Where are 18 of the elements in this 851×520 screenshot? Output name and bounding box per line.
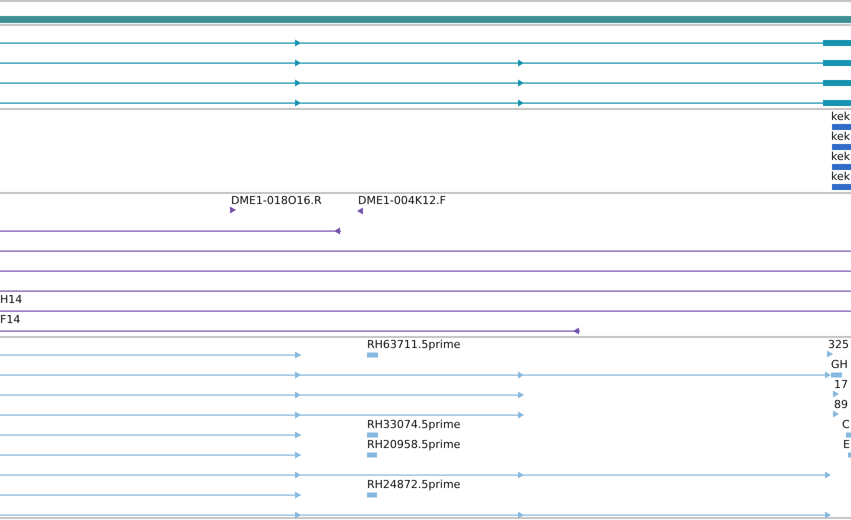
feature-label: H14 — [0, 294, 22, 306]
feature-label: 89 — [834, 399, 848, 411]
feature-label: RH63711.5prime — [367, 339, 460, 351]
feature-label: RH33074.5prime — [367, 419, 460, 431]
feature-label: 325 — [828, 339, 849, 351]
feature-label: DME1-004K12.F — [358, 195, 446, 207]
feature-label: C — [842, 419, 850, 431]
feature-label: GH — [831, 359, 848, 371]
feature-label: F14 — [0, 314, 20, 326]
feature-label: E — [843, 439, 850, 451]
feature-label: kek — [831, 151, 850, 163]
feature-label: RH24872.5prime — [367, 479, 460, 491]
feature-label: kek — [831, 131, 850, 143]
feature-label: DME1-018O16.R — [231, 195, 322, 207]
feature-label: RH20958.5prime — [367, 439, 460, 451]
feature-label: kek — [831, 111, 850, 123]
feature-label: 17 — [834, 379, 848, 391]
feature-label: kek — [831, 171, 850, 183]
